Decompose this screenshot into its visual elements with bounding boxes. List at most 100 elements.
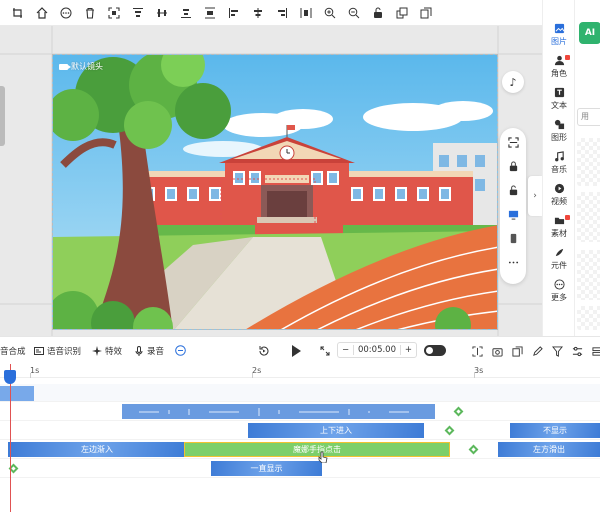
keyframe-marker[interactable] bbox=[468, 444, 479, 455]
align-top-icon[interactable] bbox=[126, 2, 150, 24]
video-icon bbox=[554, 183, 564, 194]
split-icon[interactable] bbox=[470, 344, 484, 358]
fullscreen-icon[interactable] bbox=[320, 346, 330, 356]
material-icon bbox=[554, 217, 564, 225]
layer-up-icon[interactable] bbox=[390, 2, 414, 24]
asset-thumbnail[interactable] bbox=[577, 192, 600, 242]
align-center-icon[interactable] bbox=[246, 2, 270, 24]
audio-clip[interactable] bbox=[122, 404, 435, 419]
music-note-icon[interactable]: ♪ bbox=[502, 71, 524, 93]
edit-icon[interactable] bbox=[530, 344, 544, 358]
snapshot-icon[interactable] bbox=[490, 344, 504, 358]
unlock-icon[interactable] bbox=[506, 182, 520, 198]
record-button[interactable]: 录音 bbox=[134, 345, 164, 357]
duration-input[interactable]: 00:05.00 bbox=[353, 345, 401, 355]
align-middle-icon[interactable] bbox=[150, 2, 174, 24]
distribute-icon[interactable] bbox=[198, 2, 222, 24]
camera-icon bbox=[59, 63, 71, 70]
align-left-icon[interactable] bbox=[222, 2, 246, 24]
nav-item-image[interactable]: 图片 bbox=[543, 20, 575, 50]
nav-label: 视频 bbox=[551, 197, 567, 206]
left-resize-handle[interactable] bbox=[0, 86, 5, 146]
nav-item-music[interactable]: 音乐 bbox=[543, 148, 575, 178]
zoom-in-icon[interactable] bbox=[318, 2, 342, 24]
speech-recognition-button[interactable]: 语音识别 bbox=[34, 345, 81, 357]
collapse-circle-icon[interactable] bbox=[175, 345, 186, 356]
time-ruler[interactable]: 1s 2s 3s bbox=[0, 364, 600, 378]
plus-button[interactable]: + bbox=[401, 345, 416, 355]
play-icon[interactable] bbox=[290, 344, 302, 358]
align-bottom-icon[interactable] bbox=[174, 2, 198, 24]
clip-label: 不显示 bbox=[543, 426, 567, 435]
minus-button[interactable]: − bbox=[338, 345, 353, 355]
timeline-track[interactable] bbox=[0, 384, 600, 402]
animation-clip-hide[interactable]: 不显示 bbox=[510, 423, 600, 438]
layers-icon[interactable] bbox=[590, 344, 600, 358]
asset-thumbnail[interactable] bbox=[577, 138, 600, 186]
timeline-track[interactable]: 上下进入 不显示 bbox=[0, 422, 600, 440]
nav-item-more[interactable]: 更多 bbox=[543, 276, 575, 306]
settings-sliders-icon[interactable] bbox=[570, 344, 584, 358]
nav-item-material[interactable]: 素材 bbox=[543, 212, 575, 242]
new-badge bbox=[565, 55, 570, 60]
voice-synthesis-button[interactable]: 音合成 bbox=[0, 345, 26, 357]
clip-label: 左边渐入 bbox=[81, 445, 113, 454]
animation-clip-right-out[interactable]: 左方滑出 bbox=[498, 442, 600, 457]
keyframe-marker[interactable] bbox=[453, 406, 464, 417]
playhead-handle[interactable] bbox=[4, 370, 16, 384]
copy-frame-icon[interactable] bbox=[510, 344, 524, 358]
align-right-icon[interactable] bbox=[270, 2, 294, 24]
more-icon[interactable] bbox=[54, 2, 78, 24]
nav-label: 更多 bbox=[551, 293, 567, 302]
delete-icon[interactable] bbox=[78, 2, 102, 24]
top-toolbar bbox=[0, 0, 542, 26]
distribute-h-icon[interactable] bbox=[294, 2, 318, 24]
animation-clip-up-in[interactable]: 上下进入 bbox=[248, 423, 424, 438]
more-dots-icon[interactable] bbox=[506, 254, 520, 270]
music-icon bbox=[554, 151, 564, 162]
animation-clip-left-in[interactable]: 左边渐入 bbox=[8, 442, 186, 457]
nav-item-character[interactable]: 角色 bbox=[543, 52, 575, 82]
ai-logo[interactable]: AI bbox=[579, 22, 600, 44]
scan-icon[interactable] bbox=[506, 134, 520, 150]
zoom-out-icon[interactable] bbox=[342, 2, 366, 24]
nav-item-text[interactable]: 文本 bbox=[543, 84, 575, 114]
asset-thumbnail[interactable] bbox=[577, 306, 600, 330]
ruler-tick-label: 3s bbox=[474, 366, 484, 375]
nav-item-video[interactable]: 视频 bbox=[543, 180, 575, 210]
copy-icon[interactable] bbox=[414, 2, 438, 24]
asset-thumbnail[interactable] bbox=[577, 250, 600, 300]
ruler-tick-label: 2s bbox=[252, 366, 262, 375]
panel-collapse-tab[interactable]: › bbox=[528, 176, 542, 216]
side-content-panel: AI 用 bbox=[574, 0, 600, 336]
lock-icon[interactable] bbox=[506, 158, 520, 174]
nav-item-component[interactable]: 元件 bbox=[543, 244, 575, 274]
crop-icon[interactable] bbox=[6, 2, 30, 24]
phone-icon[interactable] bbox=[506, 230, 520, 246]
timeline-controls: 音合成 语音识别 特效 录音 − 00:05.00 + bbox=[0, 336, 600, 364]
replay-icon[interactable] bbox=[258, 345, 270, 357]
timeline-track[interactable]: 一直显示 bbox=[0, 460, 600, 478]
scene-canvas[interactable]: 默认镜头 bbox=[52, 54, 498, 330]
home-icon[interactable] bbox=[30, 2, 54, 24]
timeline-track[interactable] bbox=[0, 403, 600, 421]
animation-clip-always[interactable]: 一直显示 bbox=[211, 461, 322, 476]
selected-clip-rotate[interactable]: 魔娜手指点击 bbox=[184, 442, 450, 457]
caption-icon bbox=[34, 347, 44, 355]
timeline-track[interactable]: 左边渐入 魔娜手指点击 左方滑出 bbox=[0, 441, 600, 459]
search-input[interactable]: 用 bbox=[577, 108, 600, 126]
stage-area: 默认镜头 ♪ › ⌄ bbox=[0, 26, 542, 362]
fit-icon[interactable] bbox=[102, 2, 126, 24]
effects-button[interactable]: 特效 bbox=[92, 345, 122, 357]
monitor-icon[interactable] bbox=[506, 206, 520, 222]
keyframe-marker[interactable] bbox=[444, 425, 455, 436]
duration-stepper[interactable]: − 00:05.00 + bbox=[337, 342, 417, 358]
loop-toggle[interactable] bbox=[424, 345, 446, 356]
unlock-icon[interactable] bbox=[366, 2, 390, 24]
filter-icon[interactable] bbox=[550, 344, 564, 358]
nav-item-shape[interactable]: 图形 bbox=[543, 116, 575, 146]
clip-label: 魔娜手指点击 bbox=[293, 445, 341, 454]
background-clip[interactable] bbox=[0, 386, 34, 401]
text-icon bbox=[554, 87, 564, 98]
timeline[interactable]: 1s 2s 3s 上下进入 不显示 左边渐入 魔娜手指点击 左方滑出 一直显示 bbox=[0, 364, 600, 512]
